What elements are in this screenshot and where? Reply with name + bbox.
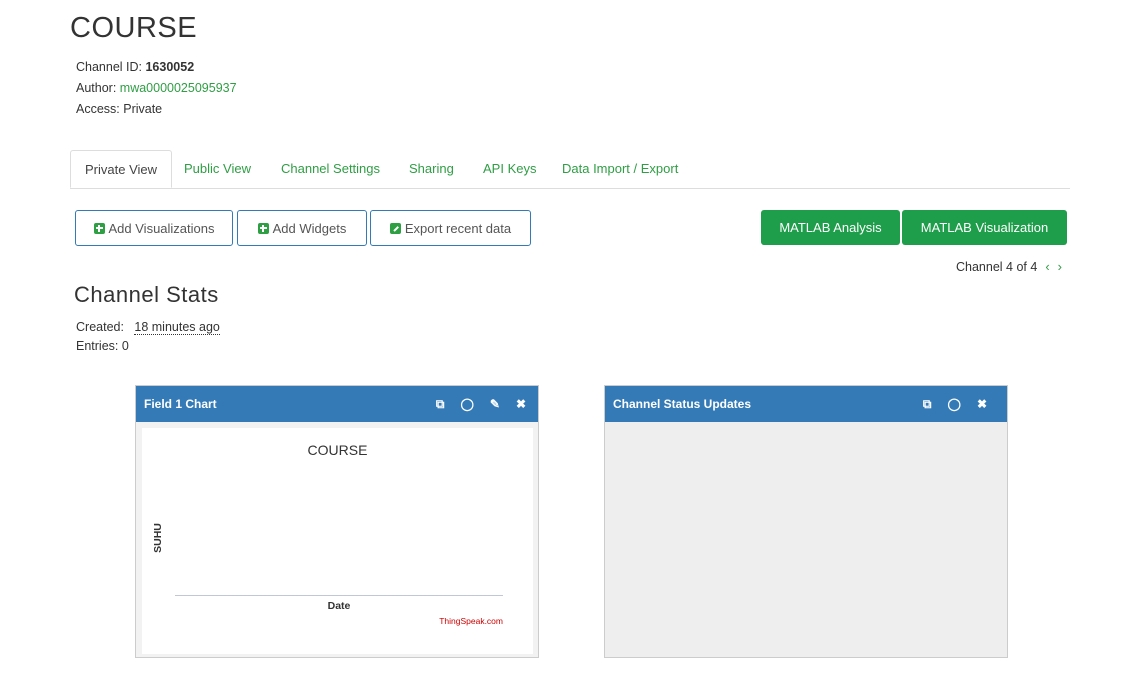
created-stat: Created: 18 minutes ago: [76, 320, 220, 335]
chart-y-axis-label: SUHU: [150, 518, 164, 562]
created-label: Created:: [76, 320, 124, 334]
widget-actions: ⧉ ◯ ✖: [923, 386, 987, 422]
chart-y-axis-label-text: SUHU: [152, 523, 164, 553]
channel-title: COURSE: [70, 12, 198, 44]
external-link-square-icon: [389, 222, 401, 234]
add-visualizations-label: Add Visualizations: [108, 220, 215, 236]
tab-channel-settings[interactable]: Channel Settings: [267, 150, 394, 188]
open-external-icon[interactable]: ⧉: [436, 397, 445, 412]
comment-icon[interactable]: ◯: [460, 397, 473, 411]
widget-header: Field 1 Chart ⧉ ◯ ✎ ✖: [136, 386, 538, 422]
matlab-visualization-button[interactable]: MATLAB Visualization: [902, 210, 1067, 245]
channel-author: Author: mwa0000025095937: [76, 81, 237, 95]
matlab-analysis-button[interactable]: MATLAB Analysis: [761, 210, 900, 245]
pager-text: Channel 4 of 4: [956, 259, 1038, 274]
channel-tabs: Private View Public View Channel Setting…: [70, 150, 1070, 189]
field-1-chart-widget: Field 1 Chart ⧉ ◯ ✎ ✖ COURSE SUHU Date T…: [135, 385, 539, 658]
chart-credit-link[interactable]: ThingSpeak.com: [439, 616, 503, 626]
plus-square-icon: [93, 222, 105, 234]
channel-access: Access: Private: [76, 102, 163, 116]
widget-actions: ⧉ ◯ ✎ ✖: [436, 386, 526, 422]
add-visualizations-button[interactable]: Add Visualizations: [75, 210, 233, 246]
export-recent-data-button[interactable]: Export recent data: [370, 210, 531, 246]
channel-status-updates-widget: Channel Status Updates ⧉ ◯ ✖: [604, 385, 1008, 658]
created-value: 18 minutes ago: [134, 320, 220, 335]
channel-id-label: Channel ID:: [76, 60, 146, 74]
channel-id: Channel ID: 1630052: [76, 60, 194, 74]
tab-api-keys[interactable]: API Keys: [469, 150, 550, 188]
edit-icon[interactable]: ✎: [490, 397, 500, 411]
comment-icon[interactable]: ◯: [948, 397, 961, 411]
close-icon[interactable]: ✖: [516, 397, 526, 411]
status-updates-body: [605, 422, 1007, 657]
chart-area: COURSE SUHU Date ThingSpeak.com: [142, 428, 533, 654]
chevron-right-icon[interactable]: ›: [1058, 259, 1062, 274]
chevron-left-icon[interactable]: ‹: [1045, 259, 1049, 274]
add-widgets-label: Add Widgets: [272, 220, 347, 236]
add-widgets-button[interactable]: Add Widgets: [237, 210, 367, 246]
open-external-icon[interactable]: ⧉: [923, 397, 932, 412]
tab-sharing[interactable]: Sharing: [395, 150, 468, 188]
widget-header: Channel Status Updates ⧉ ◯ ✖: [605, 386, 1007, 422]
export-recent-data-label: Export recent data: [404, 220, 512, 236]
author-link[interactable]: mwa0000025095937: [120, 81, 237, 95]
chart-x-axis: [175, 595, 503, 596]
close-icon[interactable]: ✖: [977, 397, 987, 411]
channel-stats-title: Channel Stats: [74, 282, 219, 307]
channel-pager: Channel 4 of 4 ‹ ›: [956, 259, 1062, 274]
plus-square-icon: [257, 222, 269, 234]
entries-stat: Entries: 0: [76, 339, 129, 353]
channel-id-value: 1630052: [145, 60, 195, 74]
tab-data-import-export[interactable]: Data Import / Export: [548, 150, 692, 188]
tab-private-view[interactable]: Private View: [70, 150, 173, 188]
chart-title: COURSE: [307, 442, 368, 458]
widget-title: Channel Status Updates: [613, 397, 752, 411]
tab-public-view[interactable]: Public View: [170, 150, 265, 188]
chart-x-axis-label: Date: [327, 600, 351, 612]
widget-title: Field 1 Chart: [144, 397, 217, 411]
author-label: Author:: [76, 81, 120, 95]
